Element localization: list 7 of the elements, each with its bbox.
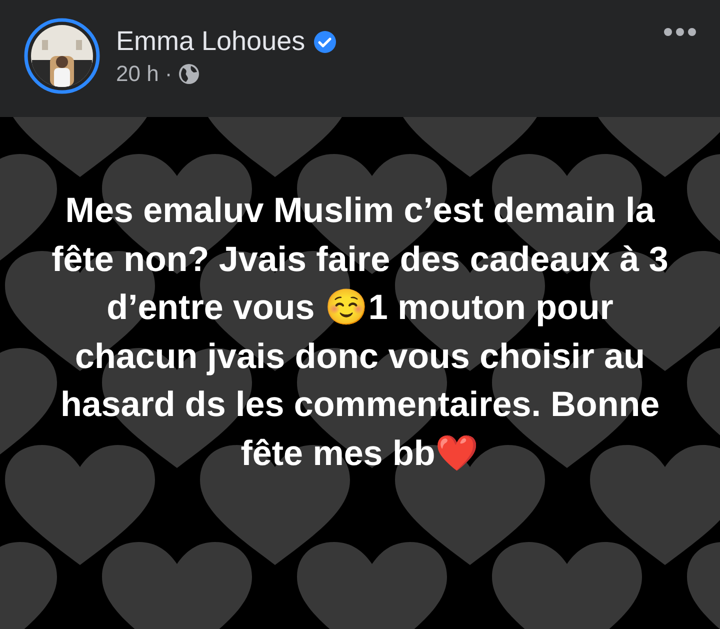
profile-avatar[interactable] (24, 18, 100, 94)
author-name[interactable]: Emma Lohoues (116, 26, 306, 57)
separator-dot: · (164, 61, 172, 87)
post-text: Mes emaluv Muslim c’est demain la fête non? Jvais faire des cadeaux à 3 d’entre vous ☺1 mouton pour chacun jvais donc vous choisir au hasard ds les commentaires. Bonne fête mes bb❤ (50, 190, 670, 474)
globe-icon (178, 63, 200, 85)
more-options-button[interactable] (664, 26, 696, 38)
post-time[interactable]: 20 h (116, 61, 159, 87)
